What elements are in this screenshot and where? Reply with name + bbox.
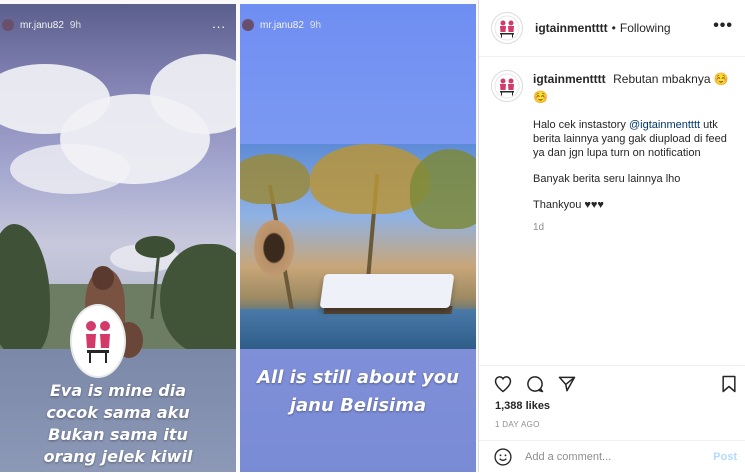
post-comment-button[interactable]: Post [713, 451, 737, 463]
story-time: 9h [69, 19, 82, 31]
person-head [92, 266, 114, 290]
post-side-panel: igtainmentttt • Following ••• igtainment… [479, 0, 745, 472]
palm-leaves [240, 154, 310, 204]
caption-username[interactable]: igtainmentttt [533, 72, 606, 86]
header-username[interactable]: igtainmentttt [535, 21, 608, 35]
caption-timestamp: 1d [533, 222, 545, 233]
nest-structure [254, 220, 294, 276]
story-username: mr.janu82 [20, 19, 64, 31]
caption-paragraph: Banyak berita seru lainnya lho [533, 173, 681, 185]
story-username: mr.janu82 [260, 19, 304, 31]
header-separator: • [611, 21, 616, 35]
heart-icon[interactable] [493, 374, 513, 394]
palm-leaves [410, 149, 476, 229]
story-time: 9h [309, 19, 322, 31]
story-screenshot-right: mr.janu82 9h All is still about you janu… [240, 4, 476, 472]
story-header: mr.janu82 9h ... [0, 14, 236, 36]
caption-line: orang jelek kiwil [43, 447, 193, 466]
action-bar [479, 365, 745, 400]
avatar[interactable] [491, 12, 523, 44]
avatar[interactable] [491, 70, 523, 102]
story-header: mr.janu82 9h [240, 14, 476, 36]
likes-count[interactable]: 1,388 likes [495, 400, 550, 412]
following-button[interactable]: Following [620, 21, 671, 35]
add-comment-row: Post [479, 440, 745, 473]
story-avatar [2, 19, 14, 31]
story-caption: Eva is mine dia cocok sama aku Bukan sam… [0, 380, 236, 468]
more-options-icon[interactable]: ••• [713, 17, 733, 35]
post-header: igtainmentttt • Following ••• [479, 0, 745, 57]
caption-paragraph: Thankyou ♥♥♥ [533, 199, 604, 211]
bed [319, 274, 455, 308]
couple-silhouette-icon [86, 321, 110, 363]
share-icon[interactable] [557, 374, 577, 394]
comment-icon[interactable] [525, 374, 545, 394]
caption-line: Eva is mine dia [49, 381, 186, 400]
post-date: 1 DAY AGO [495, 420, 540, 429]
mention-link[interactable]: @igtainmentttt [629, 119, 700, 131]
palm-leaves [135, 236, 175, 258]
story-avatar [242, 19, 254, 31]
brand-logo-icon [494, 15, 520, 41]
caption-line: cocok sama aku [46, 403, 190, 422]
emoji-icon[interactable] [493, 447, 513, 467]
resort-photo [240, 144, 476, 349]
caption-paragraph: Halo cek instastory @igtainmentttt utk b… [533, 118, 738, 160]
caption-line: janu Belisima [289, 395, 427, 416]
pool-water [240, 309, 476, 349]
caption-text: Halo cek instastory [533, 119, 629, 131]
comment-input[interactable] [523, 450, 697, 464]
brand-logo-icon [494, 73, 520, 99]
caption-line: All is still about you [257, 367, 459, 388]
caption-line: Bukan sama itu [48, 425, 188, 444]
post-media[interactable]: mr.janu82 9h ... Eva is mine dia cocok s… [0, 0, 478, 472]
caption-body: igtainmentttt Rebutan mbaknya ☺️☺️ Halo … [533, 70, 738, 233]
cloud [10, 144, 130, 194]
logo-sticker [70, 304, 126, 378]
story-caption: All is still about you janu Belisima [240, 364, 476, 420]
story-screenshot-left: mr.janu82 9h ... Eva is mine dia cocok s… [0, 4, 236, 472]
bookmark-icon[interactable] [719, 374, 739, 394]
story-more-icon: ... [212, 16, 226, 31]
